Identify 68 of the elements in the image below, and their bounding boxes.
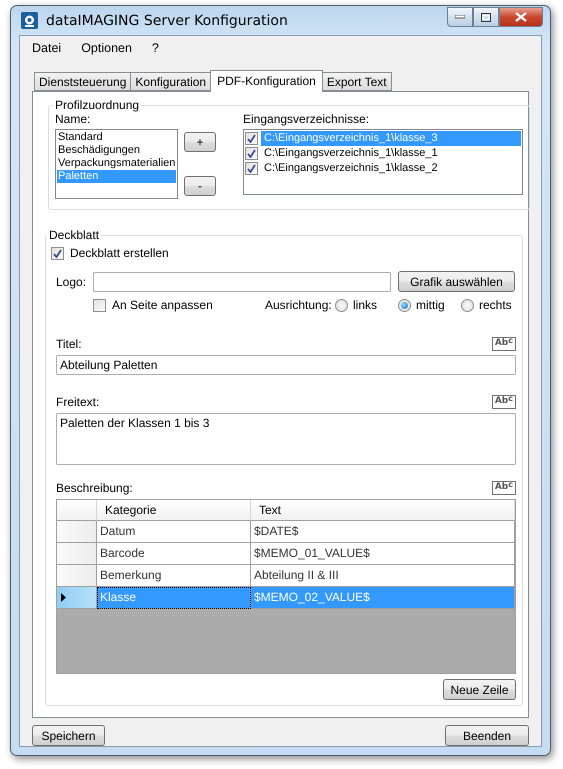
checkbox[interactable] (51, 246, 64, 260)
radio-label: links (353, 298, 378, 312)
field-label: Beschreibung: (56, 481, 133, 495)
grid-corner (57, 500, 97, 521)
minimize-icon (455, 15, 465, 19)
save-button[interactable]: Speichern (32, 725, 105, 746)
minimize-button[interactable] (447, 7, 473, 27)
table-cell: Datum (97, 521, 251, 543)
tab[interactable]: PDF-Konfiguration (210, 70, 323, 92)
radio-button[interactable] (461, 298, 474, 312)
field-label: Titel: (56, 337, 82, 351)
tab[interactable]: Export Text (322, 72, 392, 91)
field-label: Eingangsverzeichnisse: (243, 112, 370, 126)
checkbox[interactable] (245, 147, 258, 160)
free-text-field[interactable]: Paletten der Klassen 1 bis 3 (56, 413, 516, 465)
menu-item[interactable]: ? (142, 41, 169, 55)
table-cell: Klasse (97, 587, 251, 609)
maximize-icon (481, 12, 491, 22)
add-button[interactable]: + (184, 132, 216, 152)
spellcheck-button[interactable]: Ab$^{c}$ (492, 395, 516, 409)
radio-label: mittig (416, 298, 445, 312)
tab[interactable]: Dienststeuerung (34, 72, 132, 91)
table-cell: Barcode (97, 543, 251, 565)
spellcheck-button[interactable]: Ab$^{c}$ (492, 481, 516, 495)
app-icon (21, 12, 38, 29)
column-header[interactable]: Kategorie (97, 500, 251, 521)
list-item[interactable]: C:\Eingangsverzeichnis_1\klasse_1 (261, 146, 521, 161)
radio-label: rechts (479, 298, 512, 312)
window-title: dataIMAGING Server Konfiguration (46, 12, 289, 28)
field-label: Name: (55, 112, 92, 126)
field-label: Freitext: (56, 395, 100, 409)
column-header[interactable]: Text (251, 500, 515, 521)
list-item[interactable]: Standard (57, 131, 176, 144)
quit-button[interactable]: Beenden (445, 725, 529, 746)
spellcheck-button[interactable]: Ab$^{c}$ (492, 337, 516, 351)
menu-item[interactable]: Datei (22, 41, 72, 55)
radio-button[interactable] (335, 298, 348, 312)
table-cell: Abteilung II & III (251, 565, 515, 587)
choose-image-button[interactable]: Grafik auswählen (398, 271, 515, 292)
title-field[interactable]: Abteilung Paletten (56, 355, 516, 375)
group-title: Deckblatt (48, 228, 100, 242)
checkbox-label: Deckblatt erstellen (70, 246, 169, 260)
remove-button[interactable]: - (184, 176, 216, 196)
maximize-button[interactable] (473, 7, 499, 27)
tab[interactable]: Konfiguration (130, 72, 212, 91)
table-cell: $DATE$ (251, 521, 515, 543)
checkbox[interactable] (93, 298, 106, 312)
checkbox[interactable] (245, 162, 258, 175)
close-button[interactable] (499, 7, 543, 27)
row-header[interactable] (57, 587, 97, 609)
table-cell: $MEMO_01_VALUE$ (251, 543, 515, 565)
field-label: Ausrichtung: (265, 298, 333, 312)
current-row-icon (61, 593, 66, 602)
field-label: Logo: (56, 274, 88, 288)
list-item[interactable]: Beschädigungen (57, 144, 176, 157)
close-icon (515, 12, 527, 22)
new-row-button[interactable]: Neue Zeile (443, 679, 516, 700)
list-item[interactable]: Verpackungsmaterialien (57, 157, 176, 170)
group-title: Profilzuordnung (54, 98, 140, 112)
table-cell: $MEMO_02_VALUE$ (251, 587, 515, 609)
name-list[interactable]: Standard Beschädigungen Verpackungsmaterialien Paletten (55, 129, 178, 199)
menu-item[interactable]: Optionen (71, 41, 142, 55)
table-cell: Bemerkung (97, 565, 251, 587)
checkbox-label: An Seite anpassen (112, 298, 214, 312)
radio-button[interactable] (398, 298, 411, 312)
list-item[interactable]: C:\Eingangsverzeichnis_1\klasse_2 (261, 161, 521, 176)
logo-field[interactable] (93, 272, 391, 292)
checkbox[interactable] (245, 132, 258, 145)
